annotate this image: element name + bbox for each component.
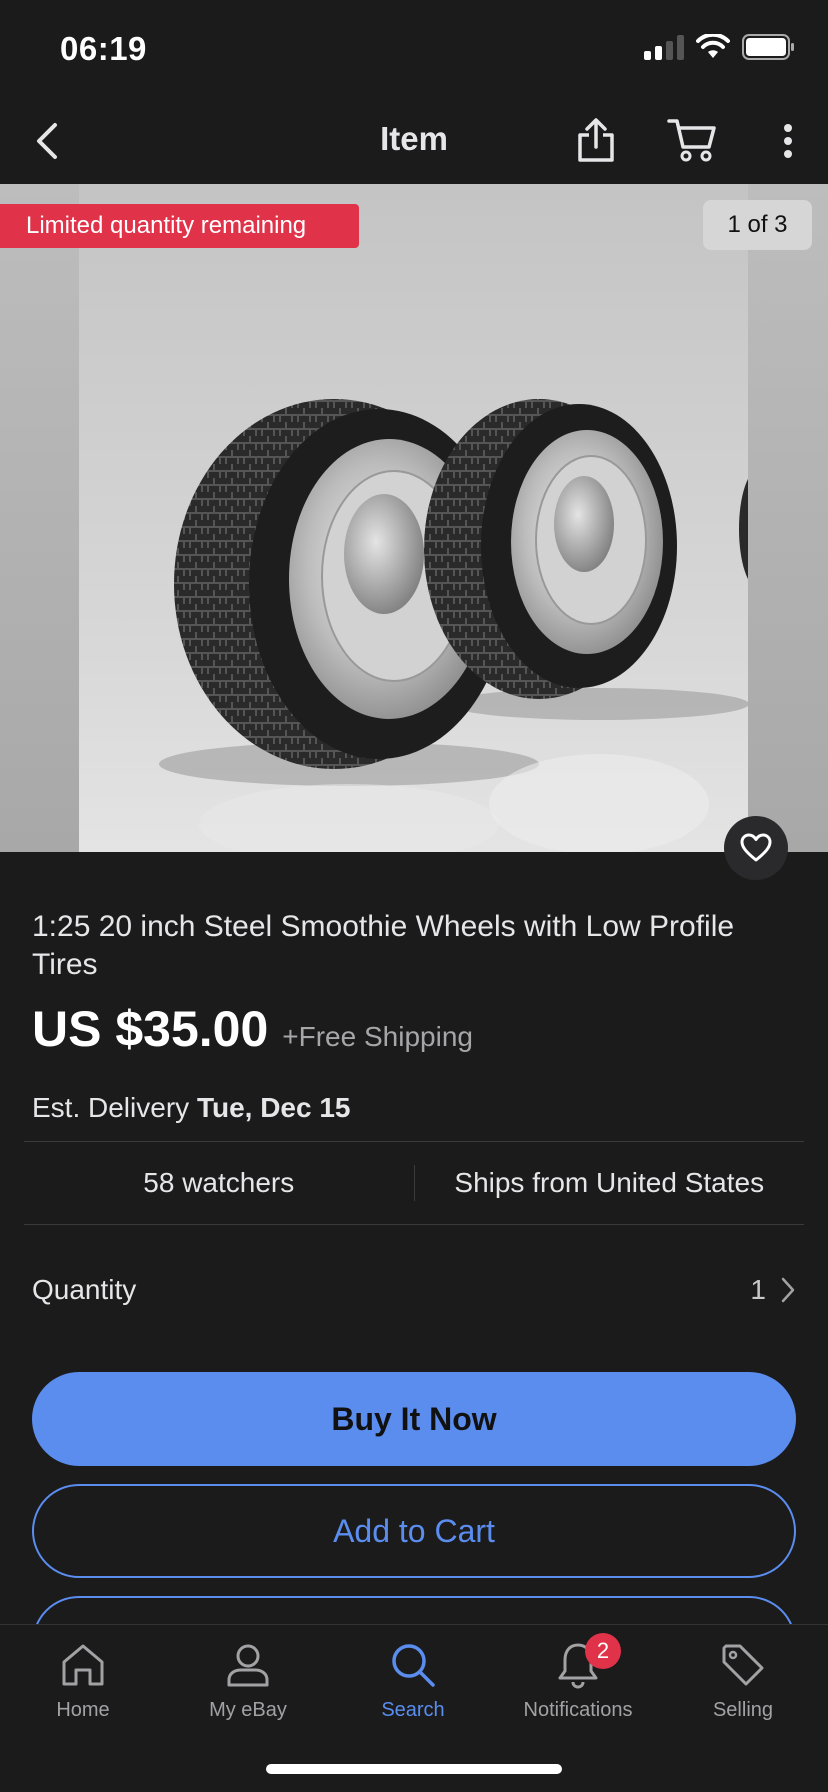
product-photo-wheels[interactable]: [79, 184, 748, 852]
estimated-delivery: Est. Delivery Tue, Dec 15: [32, 1092, 351, 1124]
gallery-edge: [0, 184, 79, 852]
home-indicator[interactable]: [266, 1764, 562, 1774]
navigation-bar: Item: [0, 100, 828, 184]
watchers-count: 58 watchers: [143, 1167, 295, 1198]
tab-search[interactable]: Search: [338, 1637, 488, 1733]
heart-icon: [740, 833, 772, 862]
add-to-cart-button[interactable]: Add to Cart: [32, 1484, 796, 1578]
item-price: US $35.00: [32, 1001, 269, 1057]
notification-count-badge: 2: [585, 1633, 621, 1669]
status-icons: [644, 34, 796, 60]
item-title: 1:25 20 inch Steel Smoothie Wheels with …: [32, 910, 735, 981]
price-row: US $35.00 +Free Shipping: [32, 1000, 473, 1058]
tab-home[interactable]: Home: [8, 1637, 158, 1733]
battery-icon: [742, 34, 794, 60]
tab-label: Home: [56, 1699, 110, 1721]
tab-my-ebay[interactable]: My eBay: [173, 1637, 323, 1733]
tag-icon: [722, 1644, 764, 1686]
more-options-button[interactable]: [770, 116, 806, 166]
cart-button[interactable]: [664, 112, 720, 168]
tab-notifications[interactable]: 2 Notifications: [503, 1633, 653, 1733]
status-bar: 06:19: [0, 0, 828, 100]
divider: [24, 1224, 804, 1225]
ships-from: Ships from United States: [454, 1167, 765, 1198]
buy-it-now-button[interactable]: Buy It Now: [32, 1372, 796, 1466]
back-button[interactable]: [22, 116, 72, 166]
item-stats: 58 watchers Ships from United States: [24, 1142, 804, 1224]
watch-button[interactable]: [724, 816, 788, 880]
person-icon: [227, 1644, 269, 1687]
item-screen: 06:19 Item Limited quantity remaining 1 …: [0, 0, 828, 1792]
gallery-edge: [748, 184, 828, 852]
delivery-date: Tue, Dec 15: [196, 1092, 351, 1123]
home-icon: [62, 1644, 104, 1686]
chevron-left-icon: [37, 123, 57, 159]
wifi-icon: [696, 34, 730, 58]
quantity-value: 1: [750, 1274, 766, 1305]
tab-label: Selling: [712, 1699, 774, 1721]
quantity-value-group: 1: [750, 1274, 796, 1306]
quantity-label: Quantity: [32, 1274, 137, 1305]
tab-label: Notifications: [523, 1699, 633, 1721]
tab-label: My eBay: [209, 1699, 287, 1721]
limited-quantity-badge: Limited quantity remaining: [0, 204, 359, 248]
image-gallery[interactable]: Limited quantity remaining 1 of 3: [0, 184, 828, 852]
search-icon: [392, 1644, 435, 1687]
cellular-signal-icon: [644, 34, 684, 60]
status-time: 06:19: [60, 30, 147, 67]
tab-selling[interactable]: Selling: [668, 1637, 818, 1733]
share-button[interactable]: [570, 112, 622, 168]
tab-label: Search: [381, 1699, 445, 1721]
more-vertical-icon: [784, 124, 792, 158]
chevron-right-icon: [781, 1277, 795, 1303]
quantity-selector[interactable]: Quantity 1: [32, 1262, 796, 1318]
delivery-label: Est. Delivery: [32, 1092, 190, 1123]
share-icon: [578, 118, 614, 162]
shipping-info: +Free Shipping: [282, 1021, 473, 1052]
image-counter: 1 of 3: [703, 200, 812, 250]
cart-icon: [667, 119, 716, 162]
